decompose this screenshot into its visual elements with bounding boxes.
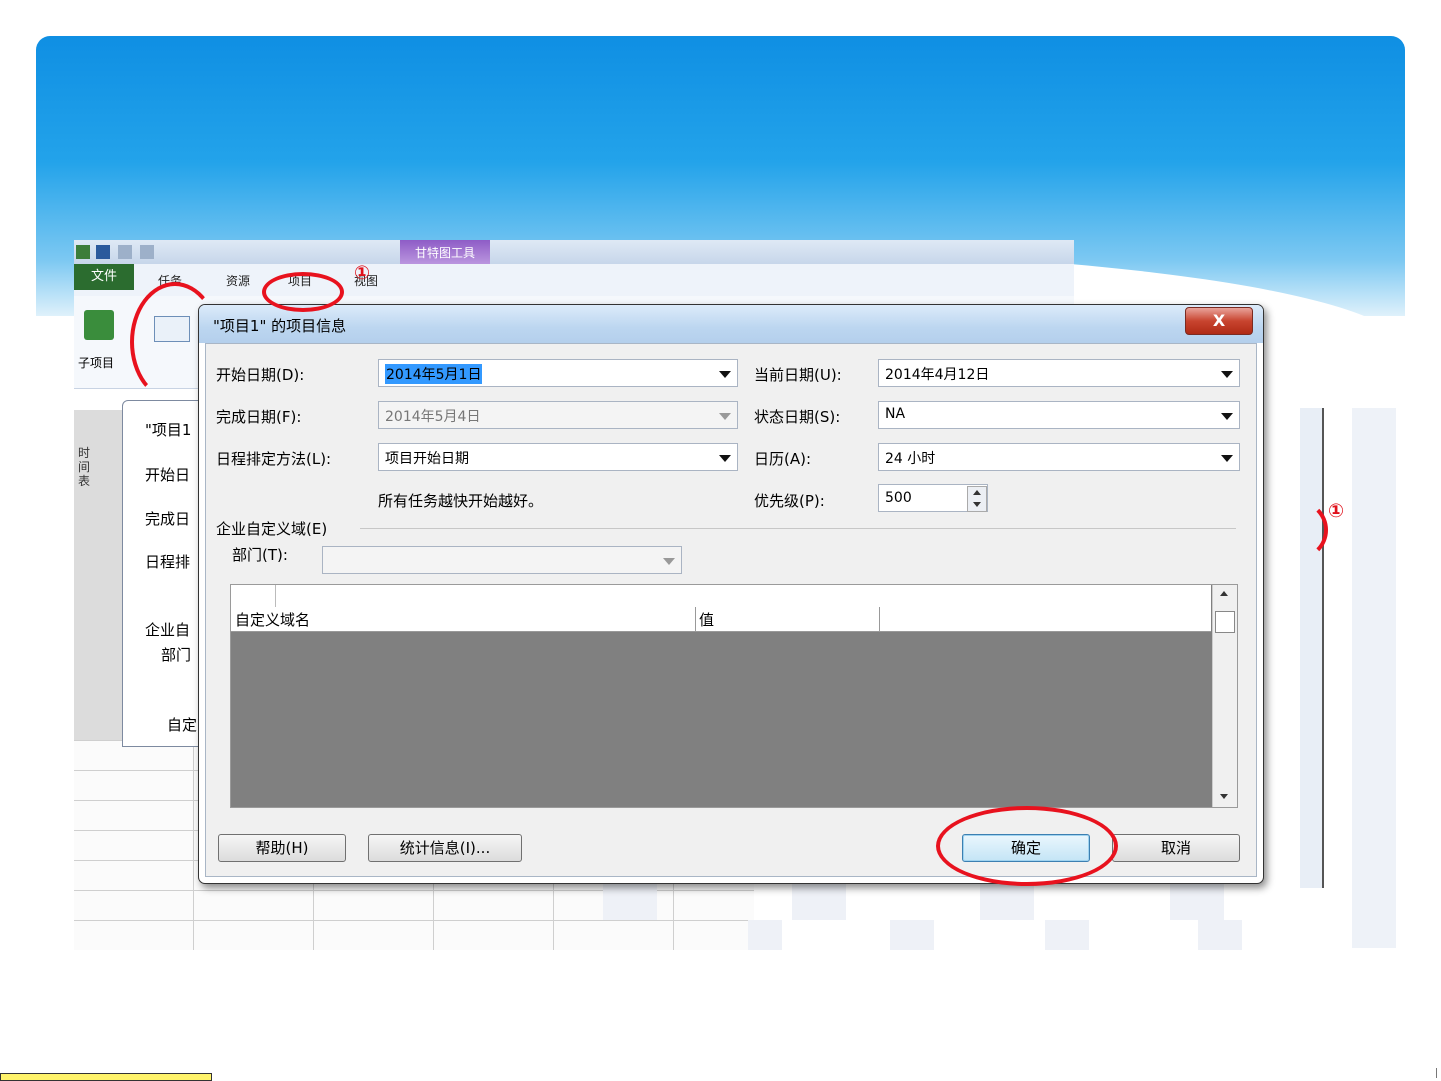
background-strip [1352, 408, 1396, 948]
cancel-button[interactable]: 取消 [1112, 834, 1240, 862]
status-date-value: NA [885, 406, 906, 422]
column-header-value[interactable]: 值 [699, 609, 714, 630]
start-date-value: 2014年5月1日 [385, 364, 483, 384]
chevron-down-icon[interactable] [719, 371, 731, 378]
schedule-from-value: 项目开始日期 [385, 451, 469, 467]
bg-dialog-title: "项目1 [145, 421, 192, 439]
bg-row-schedule: 日程排 [145, 553, 191, 571]
finish-date-combo: 2014年5月4日 [378, 401, 738, 429]
priority-spin-buttons[interactable] [967, 486, 987, 512]
background-dialog-edge [1300, 408, 1324, 888]
redo-icon[interactable] [140, 245, 154, 259]
quick-access-toolbar [74, 240, 1074, 264]
gantt-tools-label: 甘特图工具 [414, 246, 475, 260]
status-date-label: 状态日期(S): [754, 408, 841, 426]
subproject-label: 子项目 [78, 356, 115, 370]
help-button[interactable]: 帮助(H) [218, 834, 346, 862]
spin-down-icon[interactable] [968, 499, 986, 511]
scroll-thumb[interactable] [1215, 611, 1235, 633]
status-date-combo[interactable]: NA [878, 401, 1240, 429]
current-date-label: 当前日期(U): [754, 366, 842, 384]
column-header-field-name[interactable]: 自定义域名 [235, 609, 310, 630]
tab-resource[interactable]: 资源 [226, 272, 250, 289]
bg-row-finish: 完成日 [145, 510, 191, 528]
subproject-icon[interactable] [84, 310, 114, 340]
finish-date-label: 完成日期(F): [216, 408, 302, 426]
start-date-label: 开始日期(D): [216, 366, 305, 384]
ok-button-highlight [936, 806, 1118, 886]
step-marker: ① [354, 262, 371, 284]
chevron-down-icon [663, 558, 675, 565]
enterprise-fields-label: 企业自定义域(E) [216, 520, 328, 538]
timeline-label: 时间表 [78, 446, 91, 488]
schedule-from-label: 日程排定方法(L): [216, 450, 332, 468]
tab-file[interactable]: 文件 [74, 264, 134, 290]
save-icon[interactable] [96, 245, 110, 259]
priority-value: 500 [885, 490, 912, 506]
bg-row-department: 部门 [161, 646, 192, 664]
schedule-note: 所有任务越快开始越好。 [378, 492, 544, 510]
project-tab-highlight [262, 272, 344, 312]
scroll-up-icon[interactable] [1220, 591, 1228, 596]
statistics-button[interactable]: 统计信息(I)... [368, 834, 522, 862]
table-header: 自定义域名 值 [231, 607, 1211, 632]
ribbon-tab-row: 任务 资源 项目 视图 [74, 264, 1074, 297]
current-date-combo[interactable]: 2014年4月12日 [878, 359, 1240, 387]
bg-row-start: 开始日 [145, 466, 191, 484]
scroll-down-icon[interactable] [1220, 794, 1228, 799]
calendar-combo[interactable]: 24 小时 [878, 443, 1240, 471]
close-button[interactable]: X [1185, 307, 1253, 335]
custom-fields-table[interactable]: 自定义域名 值 [230, 584, 1238, 808]
start-date-combo[interactable]: 2014年5月1日 [378, 359, 738, 387]
calendar-value: 24 小时 [885, 451, 936, 467]
chevron-down-icon[interactable] [719, 455, 731, 462]
spin-up-icon[interactable] [968, 487, 986, 499]
department-label: 部门(T): [232, 546, 288, 564]
footer-box [0, 1073, 212, 1081]
bg-row-custom: 自定 [167, 716, 198, 734]
dialog-titlebar: "项目1" 的项目信息 X [199, 305, 1263, 343]
dialog-body: 开始日期(D): 2014年5月1日 当前日期(U): 2014年4月12日 完… [205, 343, 1257, 877]
step-marker-right: ① [1328, 500, 1345, 522]
project-info-highlight [130, 282, 220, 402]
bg-row-enterprise: 企业自 [145, 621, 191, 639]
current-date-value: 2014年4月12日 [885, 367, 990, 383]
table-header-top [231, 585, 1211, 607]
project-info-dialog: "项目1" 的项目信息 X 开始日期(D): 2014年5月1日 当前日期(U)… [198, 304, 1264, 884]
table-scrollbar[interactable] [1212, 585, 1237, 807]
chevron-down-icon[interactable] [1221, 413, 1233, 420]
right-annotation-arc [1268, 500, 1328, 560]
schedule-from-combo[interactable]: 项目开始日期 [378, 443, 738, 471]
project-app-icon [76, 245, 90, 259]
finish-date-value: 2014年5月4日 [385, 409, 481, 425]
calendar-label: 日历(A): [754, 450, 812, 468]
priority-label: 优先级(P): [754, 492, 825, 510]
chevron-down-icon[interactable] [1221, 371, 1233, 378]
chevron-down-icon[interactable] [1221, 455, 1233, 462]
undo-icon[interactable] [118, 245, 132, 259]
department-combo [322, 546, 682, 574]
dialog-title: "项目1" 的项目信息 [213, 317, 347, 335]
priority-spinner[interactable]: 500 [878, 484, 988, 512]
group-separator [360, 528, 1236, 529]
chevron-down-icon [719, 413, 731, 420]
edge-tick [1436, 1068, 1437, 1078]
